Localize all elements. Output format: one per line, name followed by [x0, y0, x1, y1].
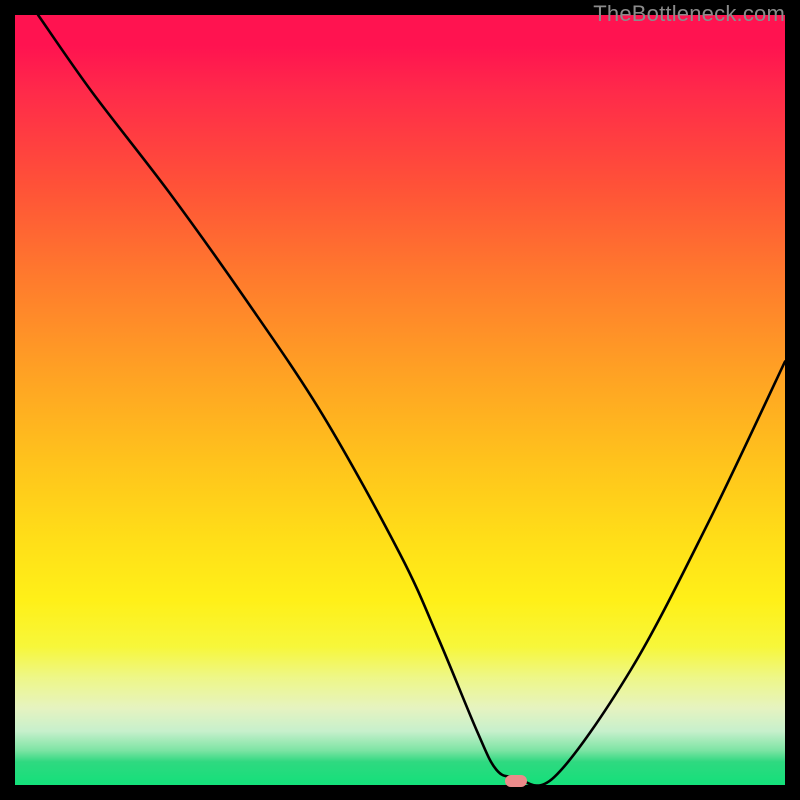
chart-frame: TheBottleneck.com: [0, 0, 800, 800]
watermark: TheBottleneck.com: [593, 1, 785, 27]
plot-area: [15, 15, 785, 785]
bottleneck-curve: [15, 15, 785, 785]
curve-path: [38, 15, 785, 785]
optimal-marker: [505, 775, 527, 787]
